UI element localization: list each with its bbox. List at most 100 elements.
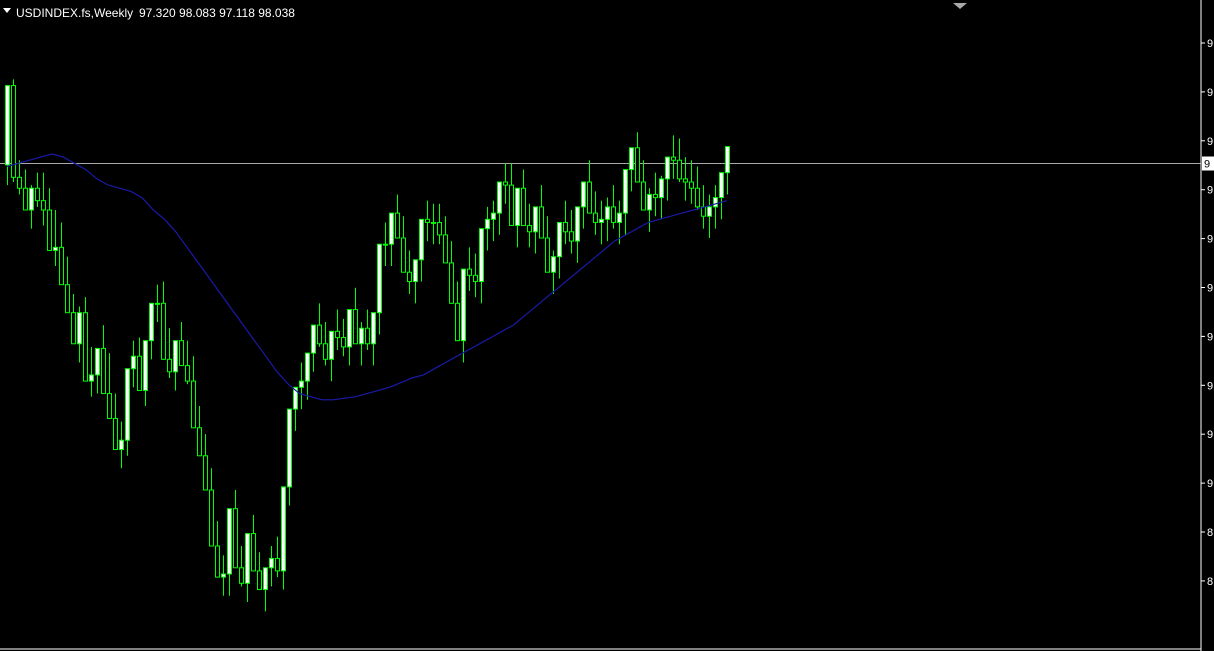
candle-body-bear: [17, 176, 22, 189]
candle: [11, 79, 16, 182]
candle-body-bull: [245, 533, 250, 584]
candle-body-bull: [581, 181, 586, 208]
candle-body-bull: [491, 212, 496, 220]
candle-body-bear: [107, 393, 112, 419]
candle-body-bull: [647, 193, 652, 211]
candle-body-bull: [461, 268, 466, 342]
candle-body-bull: [575, 206, 580, 242]
candle-body-bull: [359, 327, 364, 345]
candle-body-bear: [473, 274, 478, 283]
candle-body-bear: [203, 455, 208, 491]
candle-body-bull: [431, 221, 436, 224]
candle-body-bull: [413, 259, 418, 283]
candle-body-bull: [533, 206, 538, 233]
candle-body-bull: [479, 228, 484, 283]
axis-tick-label: 9: [1207, 478, 1213, 490]
price-marker-label: 9: [1204, 159, 1210, 171]
axis-tick-label: 9: [1207, 185, 1213, 197]
candle-body-bear: [353, 309, 358, 345]
candle-body-bull: [329, 330, 334, 360]
candle-body-bear: [569, 231, 574, 242]
candle-body-bear: [47, 209, 52, 251]
candle-body-bear: [161, 302, 166, 360]
candle-body-bear: [23, 187, 28, 211]
candle-body-bull: [263, 567, 268, 591]
candle-body-bear: [137, 355, 142, 391]
candle-body-bear: [683, 178, 688, 183]
candle-body-bear: [695, 187, 700, 208]
candle-body-bull: [227, 508, 232, 575]
candle-body-bear: [425, 218, 430, 223]
candle-body-bull: [719, 172, 724, 199]
candle-body-bear: [563, 221, 568, 233]
candle-body-bull: [77, 312, 82, 345]
price-chart[interactable]: 9 9 9 9 9 9 9 9 9 9 8 8 9 USDINDEX.fs,Weekly 97.320 …: [0, 0, 1214, 651]
candle-body-bull: [377, 243, 382, 314]
candle-body-bull: [119, 439, 124, 451]
candle-body-bull: [143, 340, 148, 391]
candle-body-bear: [521, 187, 526, 227]
candle-body-bear: [317, 324, 322, 345]
candle-body-bull: [131, 355, 136, 370]
candle-body-bull: [707, 206, 712, 217]
candle-body-bear: [239, 567, 244, 584]
axis-tick-label: 9: [1207, 283, 1213, 295]
candle-body-bear: [275, 557, 280, 572]
axis-tick-label: 8: [1207, 527, 1213, 539]
candle-body-bull: [389, 212, 394, 245]
candle-body-bear: [407, 271, 412, 283]
candle-body-bear: [635, 147, 640, 183]
candle-body-bull: [419, 218, 424, 261]
chart-background: [0, 0, 1214, 651]
candle-body-bear: [587, 181, 592, 214]
candle-body-bear: [335, 330, 340, 339]
candle-body-bear: [209, 489, 214, 547]
candle-body-bull: [371, 312, 376, 345]
candle-body-bull: [605, 206, 610, 220]
candle-body-bull: [221, 573, 226, 578]
candle-body-bear: [191, 380, 196, 429]
candle-body-bear: [545, 237, 550, 273]
candle-body-bull: [125, 368, 130, 441]
candle-body-bear: [323, 343, 328, 360]
candle-body-bear: [71, 312, 76, 345]
chart-header: USDINDEX.fs,Weekly 97.320 98.083 97.118 …: [3, 6, 295, 20]
candle-body-bull: [5, 85, 10, 166]
ohlc-values: 97.320 98.083 97.118 98.038: [139, 6, 295, 20]
candle-body-bull: [659, 178, 664, 199]
axis-tick-label: 9: [1207, 87, 1213, 99]
candle-body-bull: [629, 147, 634, 171]
candle-body-bull: [281, 486, 286, 572]
candle-body-bull: [599, 218, 604, 223]
candle-body-bear: [341, 337, 346, 348]
axis-tick-label: 9: [1207, 38, 1213, 50]
candle-body-bear: [449, 262, 454, 304]
candle-body-bear: [701, 206, 706, 217]
axis-tick-label: 9: [1207, 234, 1213, 246]
axis-tick-label: 9: [1207, 136, 1213, 148]
candle-body-bear: [101, 347, 106, 395]
candle-body-bull: [269, 557, 274, 569]
candle-body-bear: [455, 302, 460, 342]
candle-body-bull: [95, 347, 100, 376]
candle-body-bull: [515, 187, 520, 227]
candle-body-bear: [215, 545, 220, 578]
candle-body-bear: [11, 85, 16, 178]
candle-body-bull: [617, 212, 622, 223]
candle-body-bear: [437, 221, 442, 236]
candle-body-bear: [527, 225, 532, 233]
candle-body-bear: [611, 206, 616, 223]
candle-body-bear: [35, 187, 40, 202]
candle-body-bull: [665, 156, 670, 180]
candle-body-bear: [689, 181, 694, 189]
candle-body-bear: [197, 427, 202, 457]
candle-body-bull: [173, 340, 178, 373]
axis-tick-label: 9: [1207, 429, 1213, 441]
candle-body-bear: [503, 181, 508, 186]
candle-body-bear: [65, 284, 70, 314]
candle-body-bear: [653, 193, 658, 199]
candle-body-bear: [167, 358, 172, 373]
candle-body-bear: [593, 212, 598, 223]
candle-body-bull: [347, 309, 352, 348]
candle-body-bull: [383, 243, 388, 246]
